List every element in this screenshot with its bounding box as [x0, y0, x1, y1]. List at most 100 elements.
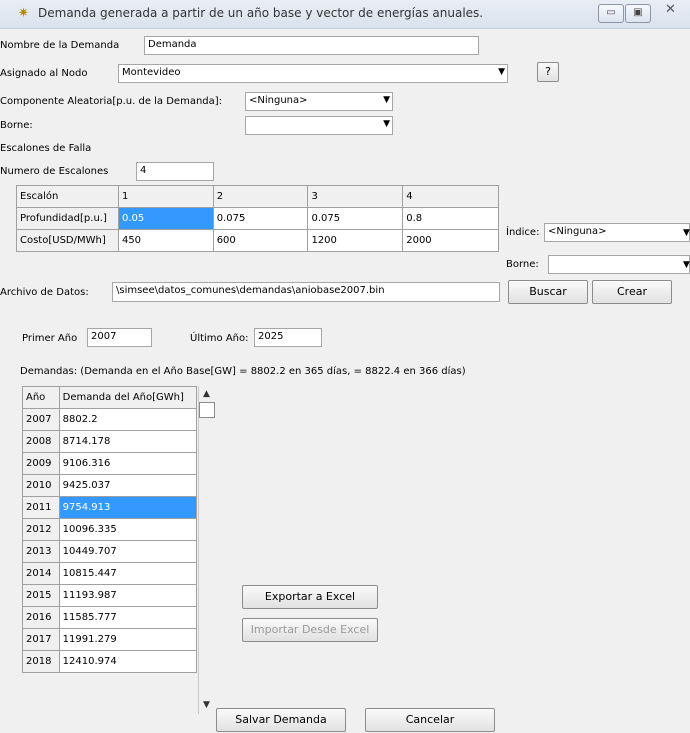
table-row[interactable]: 2011 9754.913 [22, 496, 198, 519]
anio-cell: 2018 [22, 650, 60, 673]
numero-escalones-input[interactable]: 4 [136, 162, 214, 181]
table-row[interactable]: 2010 9425.037 [22, 474, 198, 497]
archivo-input[interactable]: \simsee\datos_comunes\demandas\aniobase2… [112, 282, 500, 302]
componente-value: <Ninguna> [249, 95, 308, 106]
escalon-col-2: 2 [212, 185, 309, 208]
costo-cell-2[interactable]: 600 [212, 229, 309, 252]
profundidad-label: Profundidad[p.u.] [16, 207, 119, 230]
table-row[interactable]: 2008 8714.178 [22, 430, 198, 453]
escalon-col-4: 4 [402, 185, 499, 208]
scroll-thumb[interactable] [199, 402, 215, 418]
anio-cell: 2009 [22, 452, 60, 475]
componente-label: Componente Aleatoria[p.u. de la Demanda]… [0, 96, 223, 107]
indice-borne-label: Borne: [506, 259, 539, 270]
chevron-down-icon: ▼ [683, 260, 690, 270]
indice-borne-select[interactable] [548, 255, 690, 274]
close-icon[interactable]: ✕ [665, 2, 676, 17]
nodo-value: Montevideo [122, 67, 181, 78]
demanda-cell[interactable]: 9425.037 [58, 474, 198, 497]
anio-cell: 2017 [22, 628, 60, 651]
scroll-down-icon[interactable]: ▼ [198, 700, 215, 710]
anio-cell: 2010 [22, 474, 60, 497]
costo-cell-3[interactable]: 1200 [307, 229, 404, 252]
table-row[interactable]: 2017 11991.279 [22, 628, 198, 651]
demanda-cell[interactable]: 10449.707 [58, 540, 198, 563]
chevron-down-icon: ▼ [383, 119, 390, 129]
indice-value: <Ninguna> [548, 226, 607, 237]
anio-cell: 2016 [22, 606, 60, 629]
indice-select[interactable]: <Ninguna> [544, 223, 690, 242]
profundidad-cell-2[interactable]: 0.075 [212, 207, 309, 230]
anio-cell: 2007 [22, 408, 60, 431]
demanda-header: Demanda del Año[GWh] [58, 386, 198, 409]
escalon-col-1: 1 [117, 185, 214, 208]
cancelar-button[interactable]: Cancelar [365, 708, 495, 732]
demanda-cell[interactable]: 11585.777 [58, 606, 198, 629]
scroll-up-icon[interactable]: ▲ [198, 389, 215, 399]
escalon-col-3: 3 [307, 185, 404, 208]
minimize-icon[interactable]: ▭ [598, 4, 624, 23]
costo-label: Costo[USD/MWh] [16, 229, 119, 252]
demanda-cell[interactable]: 11991.279 [58, 628, 198, 651]
demanda-cell[interactable]: 12410.974 [58, 650, 198, 673]
importar-excel-button[interactable]: Importar Desde Excel [242, 618, 378, 642]
chevron-down-icon: ▼ [683, 228, 690, 238]
help-button[interactable]: ? [537, 62, 559, 82]
demanda-cell[interactable]: 8714.178 [58, 430, 198, 453]
maximize-icon[interactable]: ▣ [625, 4, 651, 23]
escalones-table: Escalón 1 2 3 4 Profundidad[p.u.] 0.05 0… [16, 185, 499, 252]
anio-cell: 2011 [22, 496, 60, 519]
table-row[interactable]: 2014 10815.447 [22, 562, 198, 585]
anio-cell: 2015 [22, 584, 60, 607]
indice-label: Índice: [506, 227, 540, 238]
profundidad-cell-1[interactable]: 0.05 [117, 207, 214, 230]
ultimo-anio-label: Último Año: [190, 333, 249, 344]
escalones-label: Escalones de Falla [0, 143, 92, 154]
nodo-select[interactable]: Montevideo ▼ [118, 64, 508, 83]
table-row[interactable]: 2018 12410.974 [22, 650, 198, 673]
crear-button[interactable]: Crear [592, 280, 672, 304]
table-row[interactable]: 2012 10096.335 [22, 518, 198, 541]
nodo-label: Asignado al Nodo [0, 68, 88, 79]
costo-cell-1[interactable]: 450 [117, 229, 214, 252]
costo-cell-4[interactable]: 2000 [402, 229, 499, 252]
demanda-cell[interactable]: 9106.316 [58, 452, 198, 475]
primer-anio-label: Primer Año [22, 333, 78, 344]
anio-cell: 2012 [22, 518, 60, 541]
chevron-down-icon: ▼ [498, 67, 505, 77]
demanda-cell[interactable]: 10096.335 [58, 518, 198, 541]
demanda-cell[interactable]: 9754.913 [58, 496, 198, 519]
window-title: Demanda generada a partir de un año base… [38, 6, 484, 20]
demanda-cell[interactable]: 8802.2 [58, 408, 198, 431]
profundidad-cell-3[interactable]: 0.075 [307, 207, 404, 230]
table-row[interactable]: 2007 8802.2 [22, 408, 198, 431]
table-row[interactable]: 2009 9106.316 [22, 452, 198, 475]
profundidad-cell-4[interactable]: 0.8 [402, 207, 499, 230]
anio-header: Año [22, 386, 60, 409]
table-row[interactable]: 2015 11193.987 [22, 584, 198, 607]
demanda-cell[interactable]: 10815.447 [58, 562, 198, 585]
demandas-label: Demandas: (Demanda en el Año Base[GW] = … [20, 366, 466, 377]
ultimo-anio-input[interactable]: 2025 [254, 328, 322, 347]
anio-cell: 2013 [22, 540, 60, 563]
demandas-scrollbar[interactable] [198, 386, 216, 714]
table-row[interactable]: 2016 11585.777 [22, 606, 198, 629]
borne-label: Borne: [0, 120, 33, 131]
anio-cell: 2008 [22, 430, 60, 453]
archivo-label: Archivo de Datos: [0, 287, 89, 298]
salvar-demanda-button[interactable]: Salvar Demanda [216, 708, 346, 732]
demanda-cell[interactable]: 11193.987 [58, 584, 198, 607]
nombre-label: Nombre de la Demanda [0, 40, 120, 51]
escalon-header: Escalón [16, 185, 119, 208]
componente-select[interactable]: <Ninguna> ▼ [245, 92, 393, 111]
chevron-down-icon: ▼ [383, 95, 390, 105]
app-icon: ✷ [18, 6, 29, 21]
anio-cell: 2014 [22, 562, 60, 585]
exportar-excel-button[interactable]: Exportar a Excel [242, 585, 378, 609]
table-row[interactable]: 2013 10449.707 [22, 540, 198, 563]
demandas-table: Año Demanda del Año[GWh] 2007 8802.2 2008 8… [22, 386, 198, 673]
borne-select[interactable]: ▼ [245, 116, 393, 135]
buscar-button[interactable]: Buscar [508, 280, 588, 304]
nombre-input[interactable]: Demanda [144, 36, 479, 55]
primer-anio-input[interactable]: 2007 [87, 328, 152, 347]
